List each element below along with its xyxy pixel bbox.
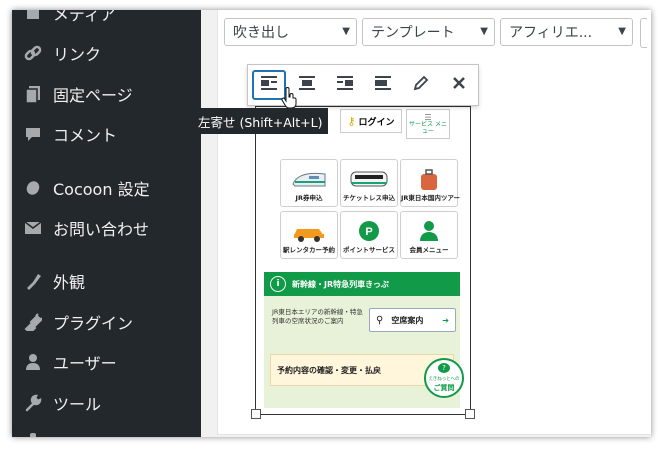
shinkansen-banner: i 新幹線・JR特急列車きっぷ (264, 272, 460, 296)
sidebar-item-label: お問い合わせ (53, 220, 150, 239)
align-left-tooltip: 左寄せ (Shift+Alt+L) (192, 108, 329, 134)
align-center-icon (297, 75, 317, 95)
app-window: メディア リンク 固定ページ コメント Cocoon 設定 お問い合わせ 外観 (12, 10, 651, 437)
shinkansen-icon (281, 168, 337, 190)
key-icon: ⚷ (347, 114, 356, 128)
sidebar-item-plugins[interactable]: プラグイン (12, 307, 201, 337)
page-icon (23, 84, 43, 104)
align-none-icon (373, 75, 393, 95)
point-icon: P (341, 220, 397, 242)
sidebar-item-label: プラグイン (53, 314, 134, 333)
arrow-right-icon: ➔ (442, 315, 449, 325)
seat-search-button: ⚲ 空席案内 ➔ (369, 308, 456, 332)
balloon-select[interactable]: 吹き出し ▼ (224, 18, 357, 46)
remove-icon (451, 75, 467, 95)
sidebar-item-label: ユーザー (53, 354, 117, 373)
media-icon (23, 10, 43, 23)
resize-handle-bottom-left[interactable] (251, 409, 261, 419)
help-icon: ? (438, 363, 450, 373)
appearance-icon (23, 271, 43, 291)
tile-points: P ポイントサービス (340, 211, 398, 259)
selected-image[interactable]: ⚷ ログイン ☰ サービス メニュー JR券申込 チケットレス申込 JR東日本国… (255, 106, 471, 415)
service-menu-button: ☰ サービス メニュー (406, 109, 450, 139)
comment-icon (23, 124, 43, 144)
sidebar-item-label: Cocoon 設定 (53, 180, 150, 199)
sidebar-item-cocoon[interactable]: Cocoon 設定 (12, 173, 201, 203)
wrench-icon (23, 393, 43, 413)
edit-icon (412, 74, 430, 96)
sidebar-item-label: リンク (53, 45, 102, 64)
tile-jr-ticket: JR券申込 (280, 159, 338, 207)
affiliate-select[interactable]: アフィリエ... ▼ (500, 18, 633, 46)
chevron-down-icon: ▼ (342, 26, 350, 37)
car-icon (281, 220, 337, 242)
align-right-icon (335, 75, 355, 95)
template-select[interactable]: テンプレート ▼ (362, 18, 495, 46)
chevron-down-icon: ▼ (480, 26, 488, 37)
plugin-icon (23, 312, 43, 332)
login-button: ⚷ ログイン (340, 109, 402, 133)
member-icon (401, 220, 457, 242)
tile-rentacar: 駅レンタカー予約 (280, 211, 338, 259)
sidebar-item-label: 固定ページ (53, 86, 133, 105)
sidebar-item-media[interactable]: メディア (12, 10, 201, 28)
sidebar-item-label: 外観 (53, 273, 86, 292)
sidebar-item-label: コメント (53, 126, 118, 145)
user-icon (23, 352, 43, 372)
sidebar-item-label: ツール (53, 395, 102, 414)
link-icon (23, 43, 43, 63)
sidebar-item-links[interactable]: リンク (12, 38, 201, 68)
settings-icon (30, 433, 36, 437)
info-icon: i (270, 276, 286, 292)
next-select[interactable] (640, 18, 647, 48)
train-icon (341, 168, 397, 190)
sidebar-item-pages[interactable]: 固定ページ (12, 79, 201, 109)
shinkansen-panel: JR東日本エリアの新幹線・特急列車の空席状況のご案内 ⚲ 空席案内 ➔ 予約内容… (264, 296, 464, 408)
cocoon-icon (23, 178, 43, 198)
sidebar-item-contact[interactable]: お問い合わせ (12, 213, 201, 243)
mail-icon (23, 218, 43, 238)
sidebar-item-appearance[interactable]: 外観 (12, 266, 201, 296)
resize-handle-bottom-right[interactable] (465, 409, 475, 419)
admin-sidebar: メディア リンク 固定ページ コメント Cocoon 設定 お問い合わせ 外観 (12, 10, 201, 437)
align-right-button[interactable] (328, 70, 362, 100)
tile-tour: JR東日本国内ツアー (400, 159, 460, 207)
sidebar-item-tools[interactable]: ツール (12, 388, 201, 418)
help-badge: ? えきねっとへの ご質問 (424, 358, 464, 398)
edit-image-button[interactable] (404, 70, 438, 100)
suitcase-icon (401, 168, 457, 192)
sidebar-item-comments[interactable]: コメント (12, 119, 201, 149)
svg-text:P: P (365, 226, 372, 238)
sidebar-item-label: メディア (53, 10, 116, 24)
chevron-down-icon: ▼ (618, 26, 626, 37)
sidebar-item-users[interactable]: ユーザー (12, 347, 201, 377)
search-icon: ⚲ (376, 314, 384, 326)
tile-member: 会員メニュー (400, 211, 458, 259)
align-none-button[interactable] (366, 70, 400, 100)
align-left-icon (259, 75, 279, 95)
remove-image-button[interactable] (442, 70, 476, 100)
tile-ticketless: チケットレス申込 (340, 159, 398, 207)
